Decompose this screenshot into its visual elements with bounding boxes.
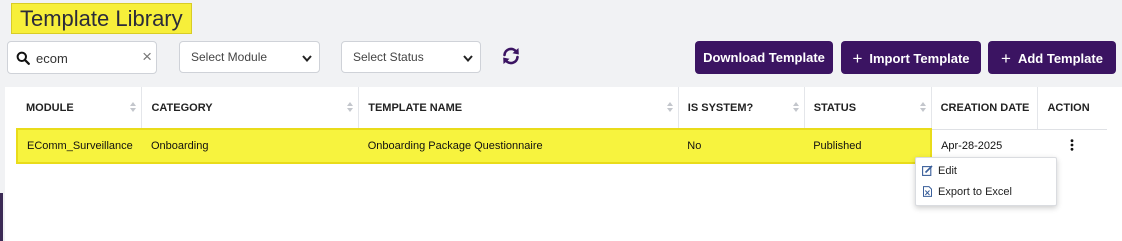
search-icon — [16, 51, 30, 65]
menu-item-export-label: Export to Excel — [938, 186, 1012, 198]
add-template-button[interactable]: + Add Template — [988, 41, 1116, 74]
download-template-button[interactable]: Download Template — [695, 41, 833, 74]
cell-template-name: Onboarding Package Questionnaire — [358, 128, 679, 164]
sort-icon[interactable] — [347, 102, 354, 114]
sort-icon[interactable] — [666, 102, 673, 114]
plus-icon: + — [852, 49, 863, 68]
cell-module: EComm_Surveillance — [16, 128, 142, 164]
search-box[interactable]: × — [7, 41, 157, 74]
table-header-row: MODULE CATEGORY TEMPLATE NAME IS SYSTEM?… — [17, 87, 1107, 130]
download-template-label: Download Template — [703, 50, 825, 65]
page-title: Template Library — [11, 3, 192, 34]
column-header-module[interactable]: MODULE — [17, 87, 143, 130]
chevron-down-icon — [463, 55, 473, 63]
refresh-icon[interactable] — [500, 45, 522, 67]
column-header-action: ACTION — [1037, 87, 1107, 130]
plus-icon: + — [1001, 49, 1011, 68]
status-select-value: Select Status — [353, 50, 424, 64]
cell-status: Published — [804, 128, 933, 164]
sort-icon[interactable] — [792, 102, 799, 114]
edit-icon — [922, 165, 933, 176]
action-menu: Edit Export to Excel — [915, 157, 1057, 206]
menu-item-edit-label: Edit — [938, 165, 957, 177]
column-header-template-name[interactable]: TEMPLATE NAME — [358, 87, 679, 130]
search-input[interactable] — [36, 49, 140, 67]
menu-item-edit[interactable]: Edit — [922, 162, 957, 180]
sort-icon[interactable] — [130, 102, 137, 114]
status-select[interactable]: Select Status — [341, 41, 481, 73]
column-header-creation-date[interactable]: CREATION DATE — [931, 87, 1039, 130]
close-icon[interactable]: × — [142, 48, 152, 66]
cell-category: Onboarding — [141, 128, 359, 164]
module-select-value: Select Module — [191, 50, 268, 64]
excel-file-icon — [923, 186, 932, 197]
column-header-category[interactable]: CATEGORY — [141, 87, 360, 130]
column-header-status[interactable]: STATUS — [804, 87, 932, 130]
template-table: MODULE CATEGORY TEMPLATE NAME IS SYSTEM?… — [16, 87, 1107, 164]
import-template-button[interactable]: + Import Template — [841, 41, 981, 74]
chevron-down-icon — [302, 55, 312, 63]
menu-item-export-excel[interactable]: Export to Excel — [922, 183, 1012, 201]
add-template-label: Add Template — [1017, 51, 1103, 66]
import-template-label: Import Template — [869, 51, 970, 66]
module-select[interactable]: Select Module — [179, 41, 320, 73]
cell-is-system: No — [678, 128, 805, 164]
kebab-menu-icon[interactable] — [1069, 139, 1075, 151]
column-header-is-system[interactable]: IS SYSTEM? — [678, 87, 805, 130]
sort-icon[interactable] — [919, 102, 926, 114]
